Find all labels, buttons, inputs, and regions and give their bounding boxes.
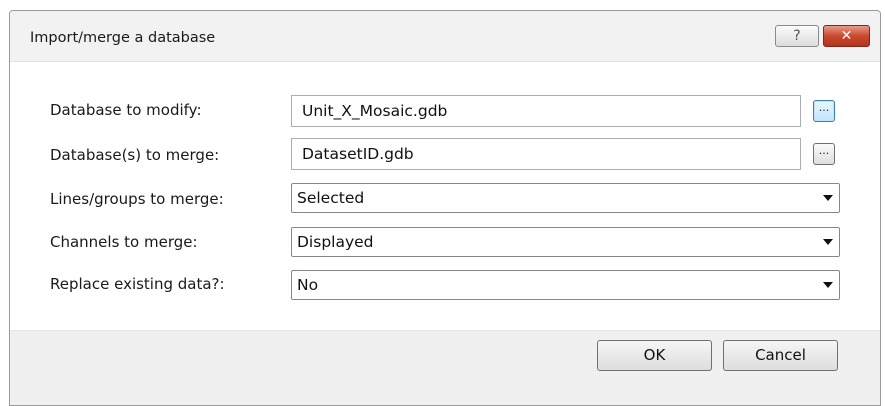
close-icon: ✕ — [840, 28, 853, 44]
dialog-title: Import/merge a database — [30, 30, 216, 46]
chevron-down-icon — [823, 195, 833, 201]
lines-groups-label: Lines/groups to merge: — [50, 190, 224, 208]
chevron-down-icon — [823, 282, 833, 288]
replace-existing-select[interactable]: No — [291, 270, 840, 300]
lines-groups-select[interactable]: Selected — [291, 183, 840, 213]
databases-to-merge-label: Database(s) to merge: — [50, 146, 220, 164]
form-area: Database to modify: Unit_X_Mosaic.gdb ..… — [10, 62, 880, 330]
close-button[interactable]: ✕ — [823, 25, 870, 47]
database-to-modify-browse-button[interactable]: ... — [813, 100, 835, 122]
replace-existing-value: No — [297, 276, 319, 294]
channels-select[interactable]: Displayed — [291, 227, 840, 257]
channels-value: Displayed — [297, 233, 374, 251]
lines-groups-value: Selected — [297, 189, 365, 207]
title-bar: Import/merge a database ? ✕ — [10, 11, 880, 62]
databases-to-merge-input[interactable]: DatasetID.gdb — [291, 138, 801, 170]
ok-button[interactable]: OK — [597, 340, 712, 371]
chevron-down-icon — [823, 239, 833, 245]
database-to-modify-label: Database to modify: — [50, 101, 202, 119]
channels-label: Channels to merge: — [50, 233, 198, 251]
help-icon: ? — [793, 28, 801, 44]
help-button[interactable]: ? — [775, 25, 819, 47]
database-to-modify-input[interactable]: Unit_X_Mosaic.gdb — [291, 95, 801, 127]
databases-to-merge-browse-button[interactable]: ... — [813, 143, 835, 165]
replace-existing-label: Replace existing data?: — [50, 275, 225, 293]
cancel-button[interactable]: Cancel — [723, 340, 838, 371]
import-merge-dialog: Import/merge a database ? ✕ Database to … — [9, 10, 881, 406]
